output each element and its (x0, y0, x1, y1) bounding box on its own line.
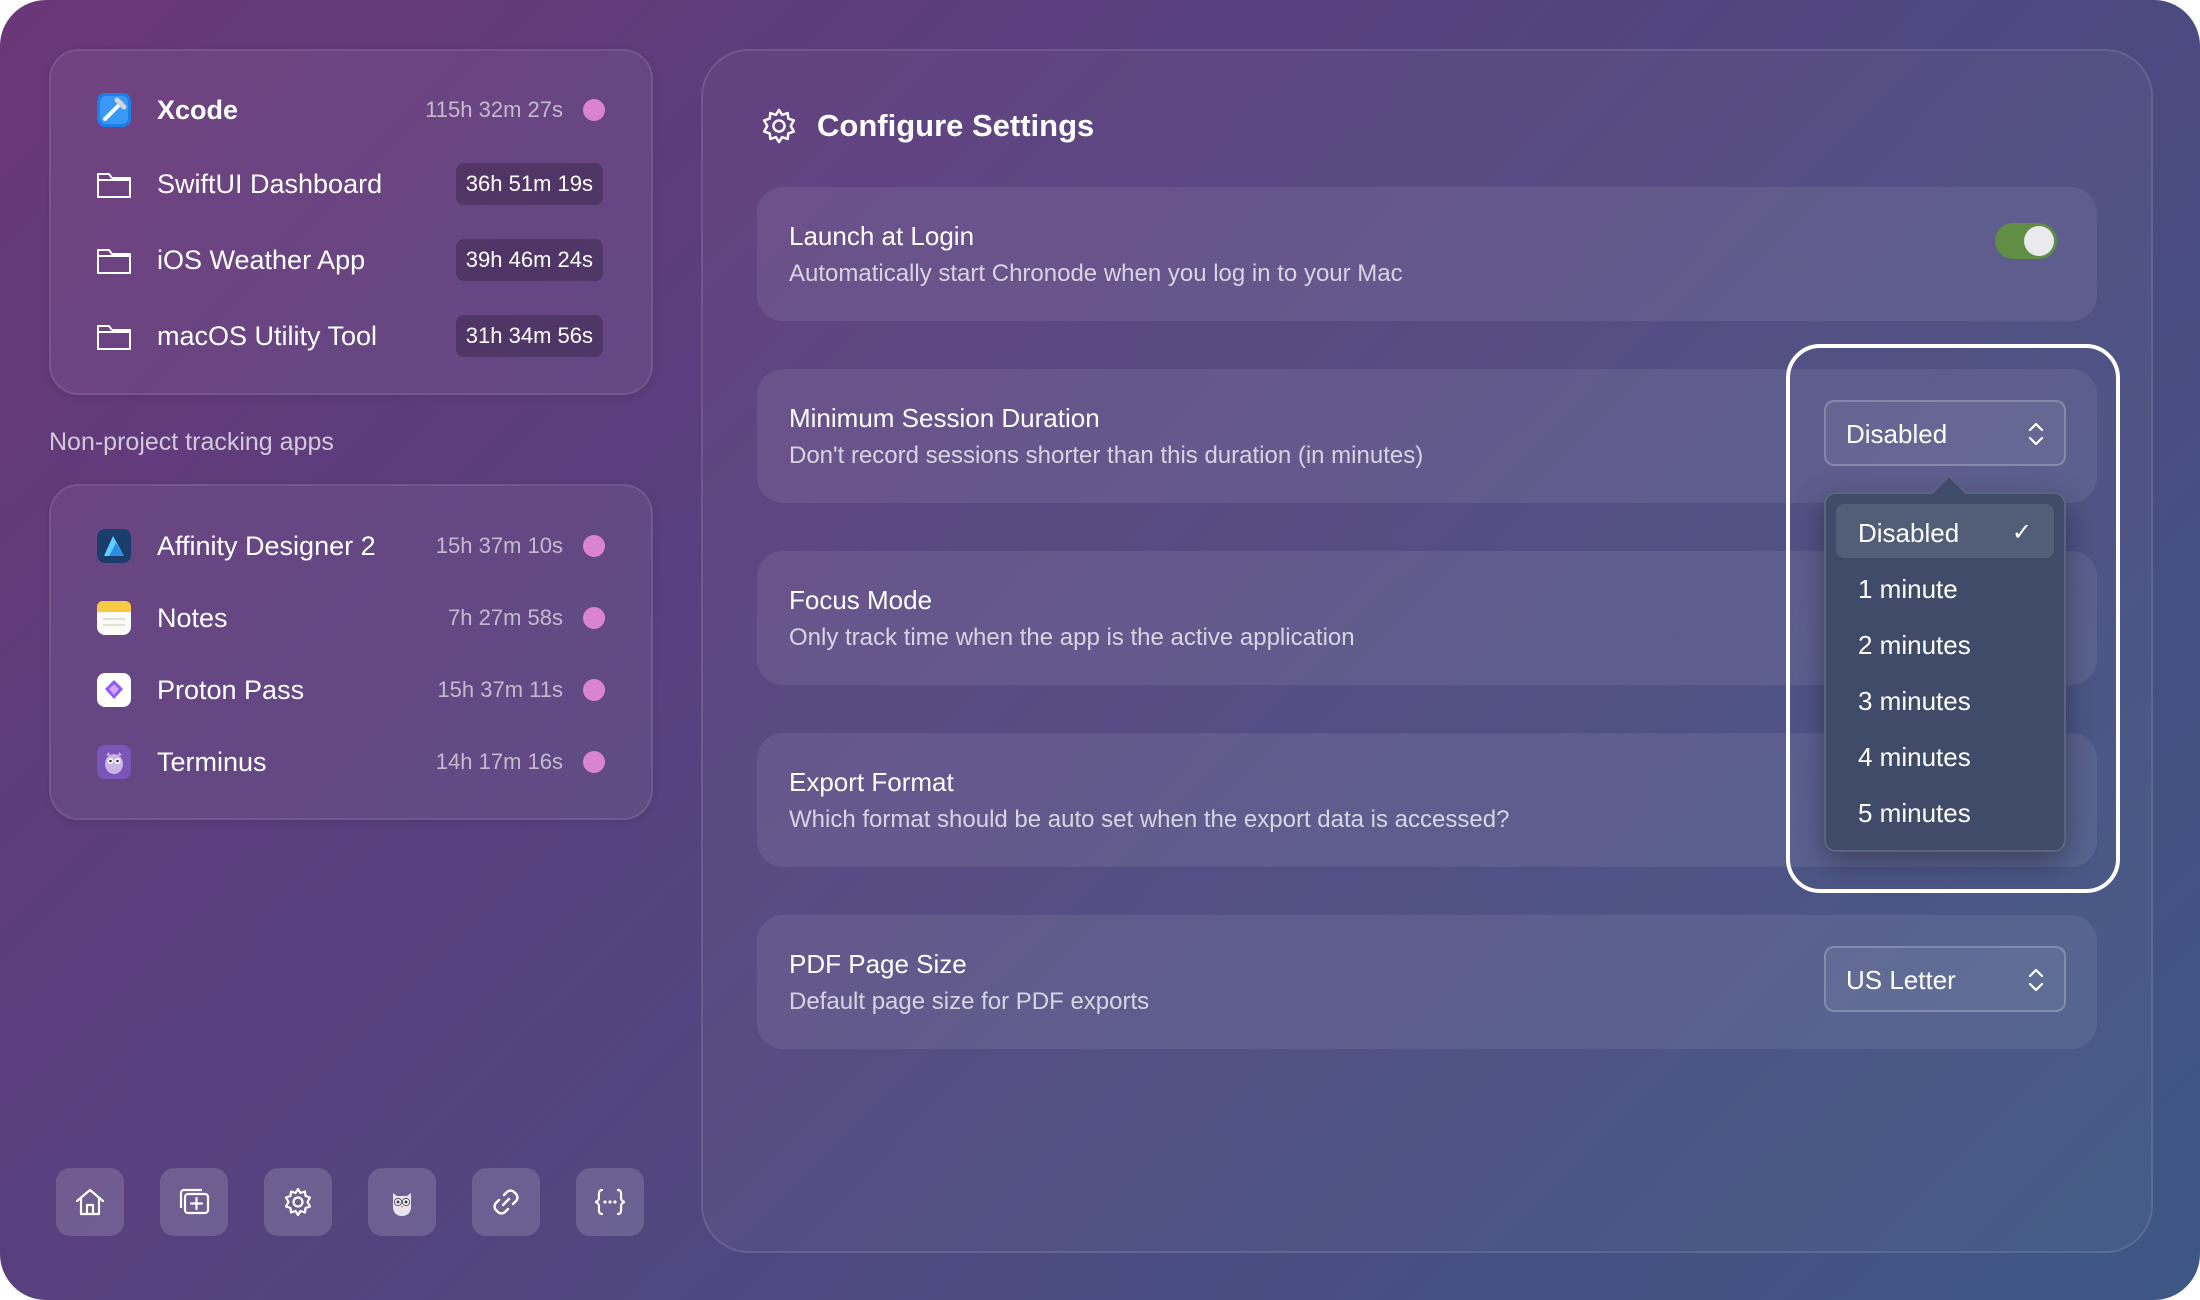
status-dot (583, 607, 605, 629)
setting-description: Default page size for PDF exports (789, 988, 1150, 1015)
non-project-apps-card: Affinity Designer 2 15h 37m 10s Notes 7h… (49, 484, 653, 820)
toggle-knob (2024, 226, 2054, 256)
bottom-toolbar (56, 1168, 680, 1236)
setting-title: Export Format (789, 767, 954, 797)
project-name: Xcode (157, 94, 239, 125)
app-window: Xcode 115h 32m 27s SwiftUI Dashboard 36h… (0, 0, 2200, 1300)
option-label: 4 minutes (1858, 742, 1971, 772)
option-label: 1 minute (1858, 574, 1958, 604)
owl-icon (393, 1193, 411, 1216)
status-dot (583, 535, 605, 557)
option-label: 3 minutes (1858, 686, 1971, 716)
checkmark-icon: ✓ (2011, 519, 2032, 546)
app-name: Notes (157, 602, 228, 633)
app-time: 15h 37m 11s (437, 677, 563, 702)
terminus-icon (95, 743, 133, 781)
json-button[interactable] (576, 1168, 644, 1236)
settings-header (758, 104, 800, 148)
app-name: Terminus (157, 746, 267, 777)
menu-option-disabled[interactable]: Disabled ✓ (1836, 504, 2054, 558)
notes-icon (95, 599, 133, 637)
app-row-terminus[interactable]: Terminus 14h 17m 16s (51, 732, 651, 792)
app-time: 14h 17m 16s (435, 749, 563, 774)
app-row-proton-pass[interactable]: Proton Pass 15h 37m 11s (51, 660, 651, 720)
app-row-affinity-designer[interactable]: Affinity Designer 2 15h 37m 10s (51, 516, 651, 576)
folder-icon (95, 241, 133, 279)
project-time: 31h 34m 56s (455, 315, 603, 357)
status-dot (583, 99, 605, 121)
option-label: Disabled (1858, 518, 1960, 548)
non-project-section-label: Non-project tracking apps (49, 428, 334, 456)
owl-button[interactable] (368, 1168, 436, 1236)
project-time: 39h 46m 24s (455, 239, 603, 281)
menu-option-3-minutes[interactable]: 3 minutes (1836, 672, 2054, 726)
menu-option-1-minute[interactable]: 1 minute (1836, 560, 2054, 614)
pdf-page-size-select[interactable]: US Letter (1824, 946, 2066, 1012)
setting-title: Focus Mode (789, 585, 933, 615)
status-dot (583, 751, 605, 773)
project-name: SwiftUI Dashboard (157, 168, 383, 199)
app-row-notes[interactable]: Notes 7h 27m 58s (51, 588, 651, 648)
setting-launch-at-login: Launch at Login Automatically start Chro… (757, 187, 2097, 321)
proton-pass-icon (95, 671, 133, 709)
braces-icon (594, 1188, 626, 1216)
project-time: 115h 32m 27s (425, 97, 563, 122)
xcode-icon (95, 91, 133, 129)
option-label: 2 minutes (1858, 630, 1971, 660)
setting-description: Don't record sessions shorter than this … (789, 442, 1424, 469)
status-dot (583, 679, 605, 701)
project-row-xcode[interactable]: Xcode 115h 32m 27s (51, 80, 651, 140)
gear-icon (284, 1187, 312, 1217)
menu-option-2-minutes[interactable]: 2 minutes (1836, 616, 2054, 670)
chevron-up-down-icon (2028, 422, 2044, 446)
setting-title: Minimum Session Duration (789, 403, 1100, 433)
select-value: US Letter (1846, 965, 1956, 995)
setting-title: PDF Page Size (789, 949, 967, 979)
minimum-session-duration-select[interactable]: Disabled (1824, 400, 2066, 466)
folder-icon (95, 165, 133, 203)
home-icon (75, 1188, 105, 1216)
affinity-designer-icon (95, 527, 133, 565)
app-time: 7h 27m 58s (448, 605, 563, 630)
setting-description: Only track time when the app is the acti… (789, 624, 1355, 651)
app-name: Proton Pass (157, 674, 305, 705)
project-row-macos-utility-tool[interactable]: macOS Utility Tool 31h 34m 56s (51, 306, 651, 366)
page-title: Configure Settings (817, 108, 1095, 143)
project-time: 36h 51m 19s (455, 163, 603, 205)
project-name: macOS Utility Tool (157, 320, 378, 351)
project-name: iOS Weather App (157, 244, 366, 275)
link-button[interactable] (472, 1168, 540, 1236)
menu-option-4-minutes[interactable]: 4 minutes (1836, 728, 2054, 782)
project-row-swiftui-dashboard[interactable]: SwiftUI Dashboard 36h 51m 19s (51, 154, 651, 214)
select-value: Disabled (1846, 419, 1948, 449)
link-icon (493, 1189, 519, 1215)
setting-description: Automatically start Chronode when you lo… (789, 260, 1403, 287)
duration-dropdown-menu: Disabled ✓ 1 minute 2 minutes 3 minutes … (1824, 474, 2066, 852)
app-name: Affinity Designer 2 (157, 530, 376, 561)
option-label: 5 minutes (1858, 798, 1971, 828)
projects-card: Xcode 115h 32m 27s SwiftUI Dashboard 36h… (49, 49, 653, 395)
app-time: 15h 37m 10s (435, 533, 563, 558)
menu-option-5-minutes[interactable]: 5 minutes (1836, 784, 2054, 838)
folder-icon (95, 317, 133, 355)
gear-icon (762, 108, 796, 144)
chevron-up-down-icon (2028, 968, 2044, 992)
launch-at-login-toggle[interactable] (1995, 223, 2057, 259)
project-row-ios-weather-app[interactable]: iOS Weather App 39h 46m 24s (51, 230, 651, 290)
setting-title: Launch at Login (789, 221, 975, 251)
add-window-button[interactable] (160, 1168, 228, 1236)
settings-button[interactable] (264, 1168, 332, 1236)
add-window-icon (179, 1188, 210, 1215)
setting-description: Which format should be auto set when the… (789, 806, 1510, 833)
home-button[interactable] (56, 1168, 124, 1236)
